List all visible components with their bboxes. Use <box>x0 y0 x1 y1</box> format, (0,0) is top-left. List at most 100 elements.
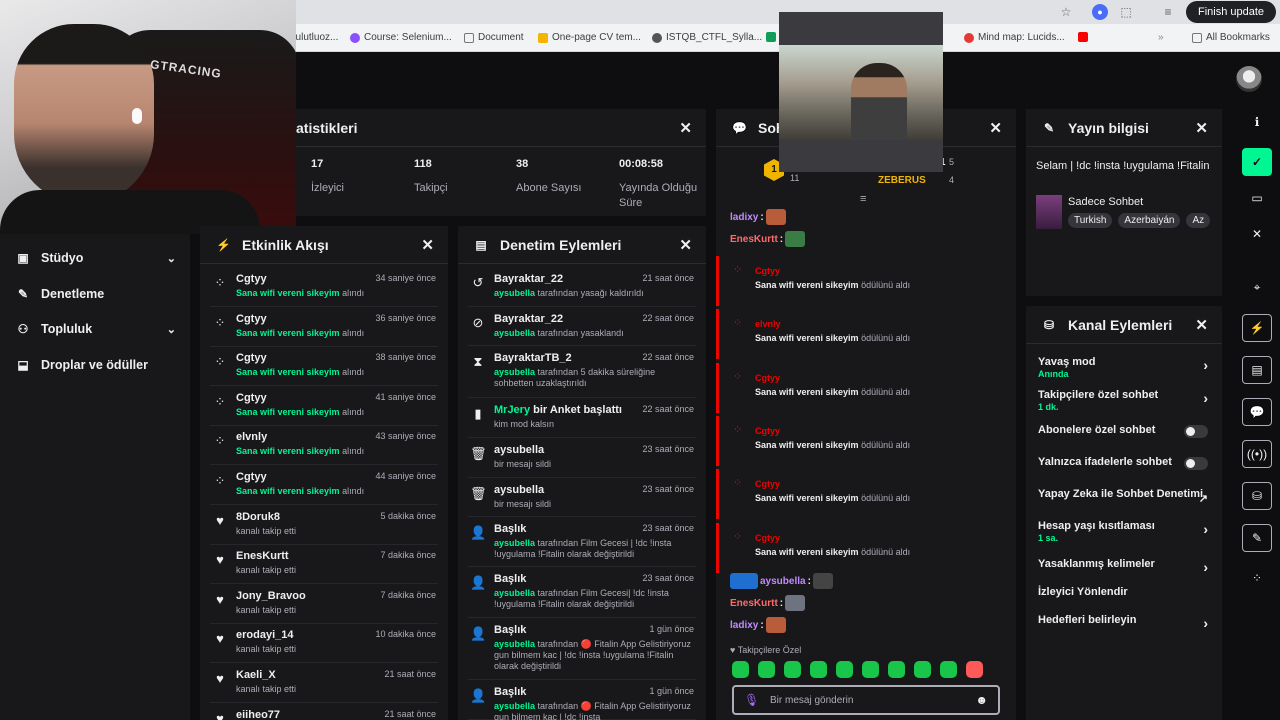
close-icon[interactable]: ✕ <box>1195 119 1208 137</box>
moderation-target[interactable]: BayraktarTB_2 <box>494 352 572 364</box>
emote-icon[interactable] <box>810 661 827 678</box>
star-icon[interactable]: ☆ <box>1058 4 1074 20</box>
activity-username[interactable]: Jony_Bravoo <box>236 590 306 602</box>
chat-icon[interactable]: 💬 <box>1242 398 1272 426</box>
channel-action-item[interactable]: Hedefleri belirleyin <box>1038 614 1208 626</box>
redeem-username[interactable]: Cgtyy <box>755 373 780 383</box>
video-frame[interactable] <box>779 45 943 140</box>
chat-username[interactable]: ladixy <box>730 212 758 223</box>
channel-action-item[interactable]: Abonelere özel sohbet <box>1038 424 1208 436</box>
activity-username[interactable]: 8Doruk8 <box>236 511 280 523</box>
document-icon[interactable]: ▤ <box>1242 356 1272 384</box>
moderation-target[interactable]: Bayraktar_22 <box>494 313 563 325</box>
emote-icon[interactable] <box>940 661 957 678</box>
sidebar-item-moderation[interactable]: ✎ Denetleme <box>16 282 176 306</box>
wrench-icon[interactable]: ✎ <box>1242 524 1272 552</box>
category-name[interactable]: Sadece Sohbet <box>1068 196 1143 208</box>
bookmark-item[interactable]: Course: Selenium... <box>350 32 452 43</box>
close-icon[interactable]: ✕ <box>679 119 692 137</box>
chat-input[interactable]: 🎙 Bir mesaj gönderin ☻ <box>732 685 1000 715</box>
sidebar-item-studio[interactable]: ▣ Stüdyo ⌄ <box>16 246 176 270</box>
activity-username[interactable]: Kaeli_X <box>236 669 276 681</box>
moderation-target[interactable]: aysubella <box>494 484 544 496</box>
emote-icon[interactable] <box>862 661 879 678</box>
all-bookmarks[interactable]: All Bookmarks <box>1192 32 1270 43</box>
profile-icon[interactable]: ● <box>1092 4 1108 20</box>
chevron-right-icon[interactable]: › <box>1203 390 1208 406</box>
activity-username[interactable]: Cgtyy <box>236 313 267 325</box>
activity-username[interactable]: eiiheo77 <box>236 709 280 720</box>
microphone-icon[interactable]: 🎙 <box>744 693 759 707</box>
bookmark-item[interactable]: Mind map: Lucids... <box>964 32 1065 43</box>
moderation-target[interactable]: Başlık <box>494 686 526 698</box>
moderation-target[interactable]: MrJery bir Anket başlattı <box>494 404 622 416</box>
external-link-icon[interactable]: ↗ <box>1199 492 1208 505</box>
activity-username[interactable]: Cgtyy <box>236 352 267 364</box>
avatar[interactable] <box>1236 66 1262 92</box>
channel-action-item[interactable]: Yavaş mod Anında <box>1038 356 1208 380</box>
broadcast-icon[interactable]: ((•)) <box>1242 440 1272 468</box>
chevron-right-icon[interactable]: › <box>1203 357 1208 373</box>
lightning-icon[interactable]: ⚡ <box>1242 314 1272 342</box>
emote-icon[interactable] <box>784 661 801 678</box>
activity-username[interactable]: Cgtyy <box>236 471 267 483</box>
emote-icon[interactable] <box>966 661 983 678</box>
chevron-right-icon[interactable]: › <box>1203 615 1208 631</box>
moderator-name[interactable]: aysubella <box>494 367 535 377</box>
finish-update-button[interactable]: Finish update <box>1186 1 1276 23</box>
activity-username[interactable]: EnesKurtt <box>236 550 289 562</box>
emote-icon[interactable] <box>914 661 931 678</box>
emoji-icon[interactable]: ☻ <box>975 693 988 707</box>
bookmark-item[interactable]: bulutluoz... <box>290 32 338 43</box>
redeem-username[interactable]: Cgtyy <box>755 266 780 276</box>
stack-icon[interactable]: ⛁ <box>1242 482 1272 510</box>
channel-action-item[interactable]: Hesap yaşı kısıtlaması 1 sa. <box>1038 520 1208 544</box>
moderator-name[interactable]: aysubella <box>494 639 535 649</box>
tag[interactable]: Azerbaiyán <box>1118 213 1181 228</box>
chat-username[interactable]: aysubella <box>760 576 806 587</box>
redeem-username[interactable]: Cgtyy <box>755 426 780 436</box>
menu-icon[interactable]: ≡ <box>1160 4 1176 20</box>
emote-icon[interactable] <box>732 661 749 678</box>
moderation-target[interactable]: Bayraktar_22 <box>494 273 563 285</box>
chevron-right-icon[interactable]: › <box>1203 559 1208 575</box>
channel-action-item[interactable]: İzleyici Yönlendir <box>1038 586 1208 598</box>
redeem-username[interactable]: Cgtyy <box>755 479 780 489</box>
close-icon[interactable]: ✕ <box>679 236 692 254</box>
chat-username[interactable]: ladixy <box>730 620 758 631</box>
moderation-target[interactable]: aysubella <box>494 444 544 456</box>
toggle-switch[interactable] <box>1184 425 1208 438</box>
chat-username[interactable]: EnesKurtt <box>730 234 778 245</box>
bookmark-item[interactable]: One-page CV tem... <box>538 32 641 43</box>
tag[interactable]: Turkish <box>1068 213 1113 228</box>
chat-username[interactable]: EnesKurtt <box>730 598 778 609</box>
moderation-target[interactable]: Başlık <box>494 624 526 636</box>
tag[interactable]: Az <box>1186 213 1211 228</box>
bookmark-item[interactable] <box>1078 32 1088 42</box>
channel-action-item[interactable]: Yalnızca ifadelerle sohbet <box>1038 456 1208 468</box>
bookmark-item[interactable] <box>766 32 776 42</box>
emote-icon[interactable] <box>836 661 853 678</box>
activity-username[interactable]: Cgtyy <box>236 273 267 285</box>
chevron-right-icon[interactable]: › <box>1203 521 1208 537</box>
moderator-name[interactable]: aysubella <box>494 538 535 548</box>
info-icon[interactable]: ℹ <box>1242 108 1272 136</box>
check-icon[interactable]: ✓ <box>1242 148 1272 176</box>
more-bookmarks-icon[interactable]: » <box>1158 32 1164 43</box>
activity-username[interactable]: elvnly <box>236 431 267 443</box>
moderator-name[interactable]: aysubella <box>494 288 535 298</box>
close-icon[interactable]: ✕ <box>1242 220 1272 248</box>
redeem-username[interactable]: Cgtyy <box>755 533 780 543</box>
category-boxart[interactable] <box>1036 195 1062 229</box>
channel-action-item[interactable]: Yasaklanmış kelimeler <box>1038 558 1208 570</box>
expand-icon[interactable]: ≡ <box>860 193 866 205</box>
channel-action-item[interactable]: Yapay Zeka ile Sohbet Denetimi <box>1038 488 1208 500</box>
close-icon[interactable]: ✕ <box>421 236 434 254</box>
moderator-name[interactable]: aysubella <box>494 701 535 711</box>
moderator-name[interactable]: aysubella <box>494 328 535 338</box>
activity-username[interactable]: erodayi_14 <box>236 629 293 641</box>
bookmark-item[interactable]: Document <box>464 32 524 43</box>
activity-username[interactable]: Cgtyy <box>236 392 267 404</box>
close-icon[interactable]: ✕ <box>1195 316 1208 334</box>
redeem-username[interactable]: elvnly <box>755 319 781 329</box>
